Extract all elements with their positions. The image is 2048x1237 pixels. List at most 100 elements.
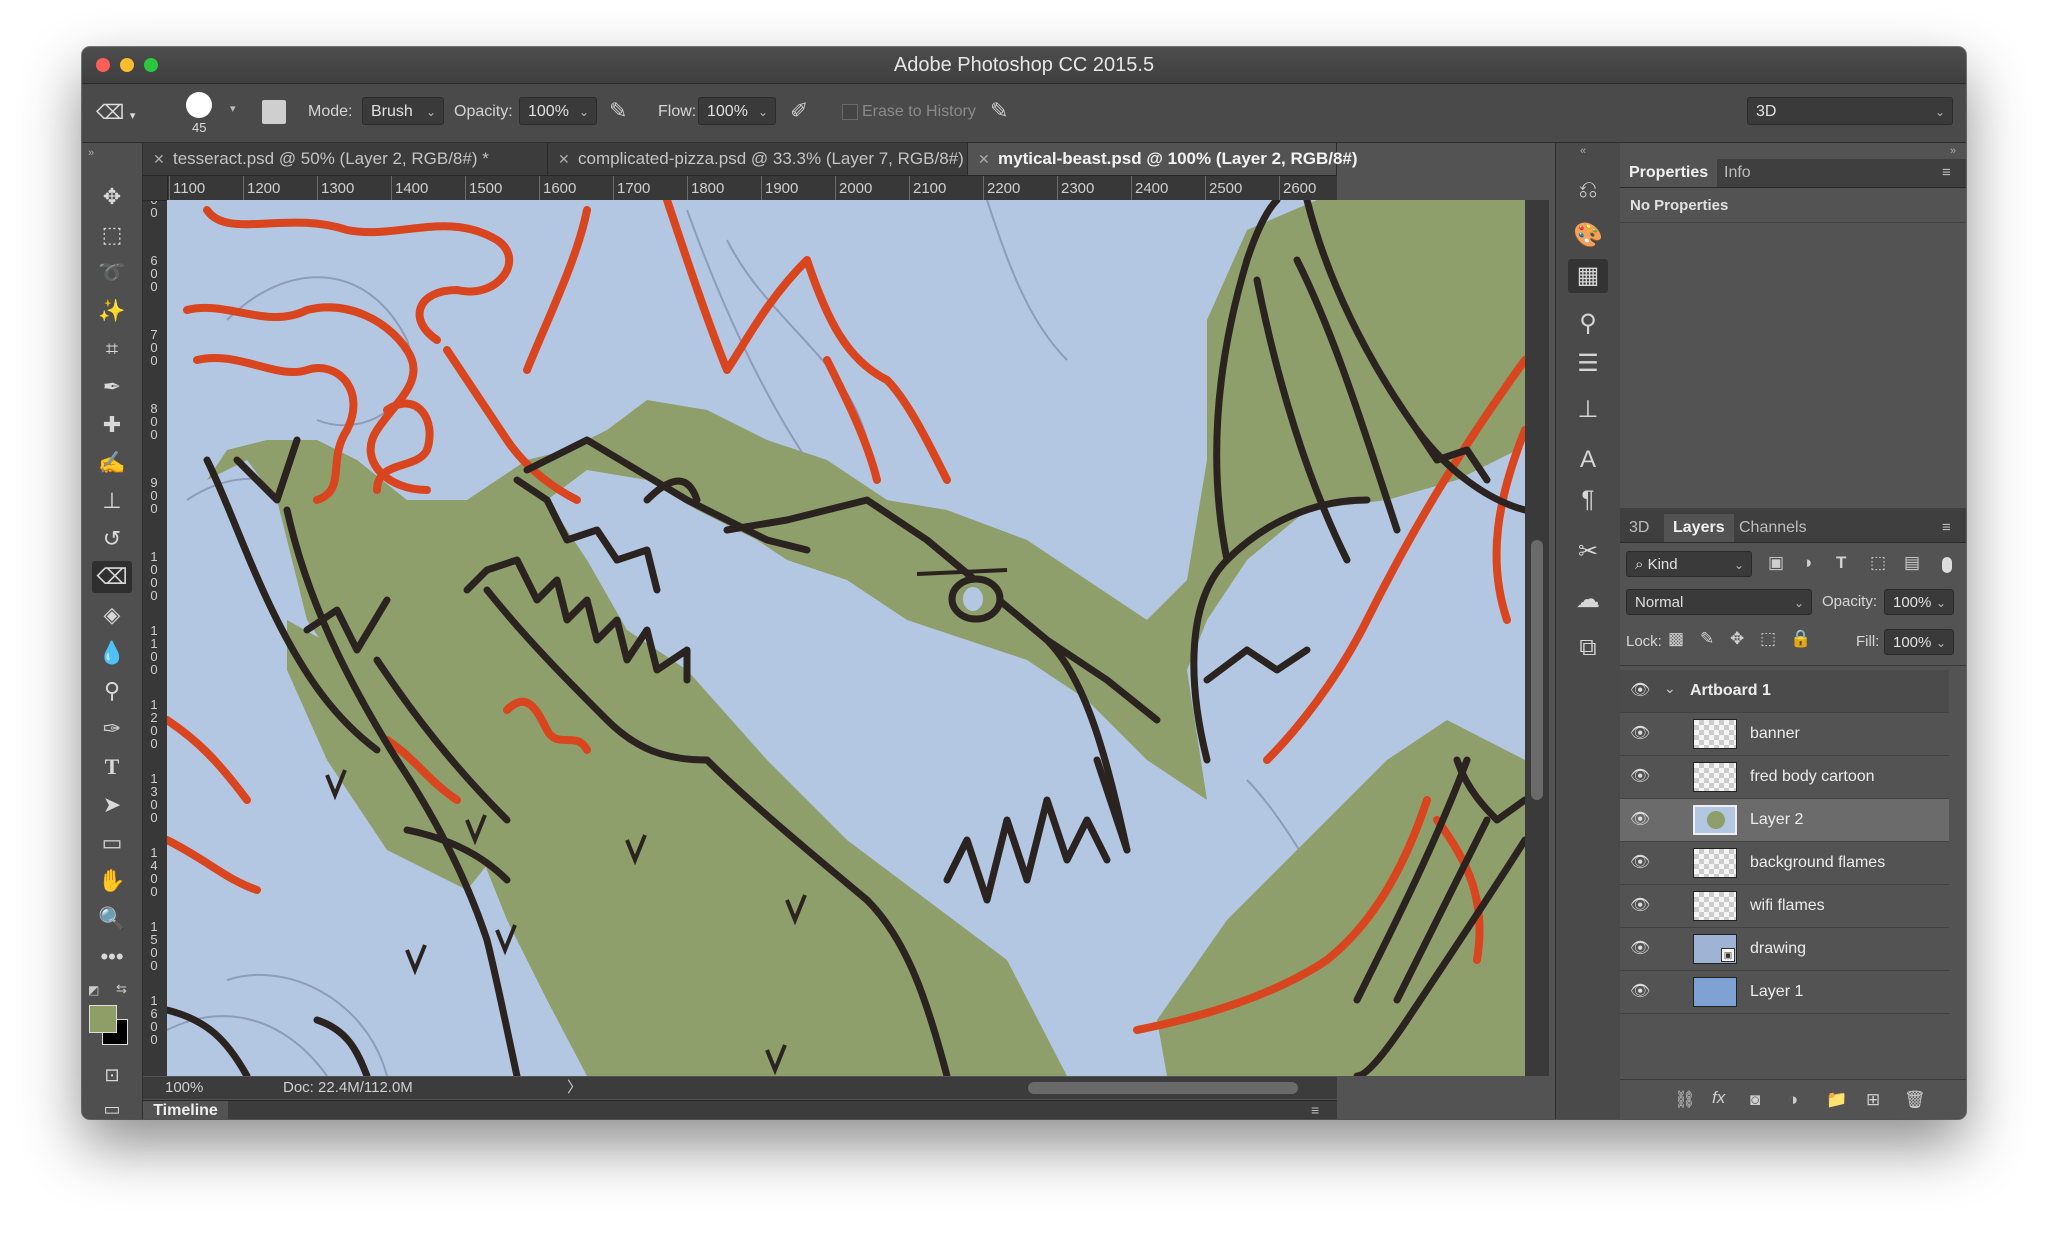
eye-icon[interactable]: 👁 (1630, 981, 1650, 1001)
brushes-panel-icon[interactable]: ⚲ (1568, 307, 1608, 341)
hand-tool-icon[interactable]: ✋ (92, 865, 132, 897)
pen-tool-icon[interactable]: ✑ (92, 713, 132, 745)
rectangle-tool-icon[interactable]: ▭ (92, 827, 132, 859)
filter-adjustment-icon[interactable]: ◑ (1802, 553, 1812, 573)
eye-icon[interactable]: 👁 (1630, 723, 1650, 743)
zoom-level[interactable]: 100% (165, 1077, 203, 1099)
default-colors-icon[interactable]: ◩ (88, 983, 99, 997)
eraser-tool-preset-icon[interactable]: ⌫ ▾ (96, 100, 144, 126)
foreground-color-swatch[interactable] (89, 1005, 117, 1033)
delete-layer-icon[interactable]: 🗑 (1904, 1090, 1926, 1110)
close-tab-icon[interactable]: ✕ (978, 143, 990, 175)
blend-mode-select[interactable]: Normal ⌄ (1626, 589, 1812, 615)
horizontal-ruler[interactable]: 1100 1200 1300 1400 1500 1600 1700 1800 1900 2000… (167, 176, 1337, 201)
path-selection-tool-icon[interactable]: ➤ (92, 789, 132, 821)
filter-type-icon[interactable]: T (1836, 553, 1846, 573)
paragraph-styles-panel-icon[interactable]: ⊥ (1568, 393, 1608, 427)
brush-preview-icon[interactable] (186, 92, 212, 118)
brush-panel-toggle-icon[interactable] (262, 100, 286, 124)
history-panel-icon[interactable]: ⎌ (1568, 173, 1608, 207)
lock-position-icon[interactable]: ✥ (1730, 629, 1744, 649)
tool-presets-panel-icon[interactable]: ✂ (1568, 535, 1608, 569)
tab-3d[interactable]: 3D (1620, 514, 1658, 542)
eyedropper-tool-icon[interactable]: ✒ (92, 371, 132, 403)
timeline-menu-icon[interactable]: ≡ (1311, 1101, 1319, 1119)
magic-wand-tool-icon[interactable]: ✨ (92, 295, 132, 327)
libraries-panel-icon[interactable]: ☁ (1568, 583, 1608, 617)
mode-select[interactable]: Brush ⌄ (362, 97, 444, 125)
lock-artboard-icon[interactable]: ⬚ (1760, 629, 1776, 649)
more-tools-icon[interactable]: ••• (92, 941, 132, 973)
tab-layers[interactable]: Layers (1664, 514, 1734, 542)
new-adjustment-layer-icon[interactable]: ◑ (1788, 1090, 1798, 1110)
tab-properties[interactable]: Properties (1620, 159, 1718, 187)
layer-row[interactable]: 👁 Layer 1 (1620, 971, 1949, 1014)
tab-complicated-pizza[interactable]: ✕ complicated-pizza.psd @ 33.3% (Layer 7,… (548, 143, 968, 175)
status-menu-arrow-icon[interactable]: 〉 (567, 1077, 582, 1099)
vertical-scroll-thumb[interactable] (1531, 540, 1543, 800)
paragraph-panel-icon[interactable]: ¶ (1568, 483, 1608, 517)
blur-tool-icon[interactable]: 💧 (92, 637, 132, 669)
erase-to-history-checkbox[interactable] (842, 104, 858, 120)
chevron-down-icon[interactable]: ⌄ (1664, 680, 1676, 697)
layer-row[interactable]: 👁 wifi flames (1620, 885, 1949, 928)
eye-icon[interactable]: 👁 (1630, 766, 1650, 786)
pressure-opacity-icon[interactable]: ✎ (609, 98, 627, 124)
lock-pixels-icon[interactable]: ✎ (1700, 629, 1714, 649)
swatches-panel-icon[interactable]: ▦ (1568, 259, 1608, 293)
crop-tool-icon[interactable]: ⌗ (92, 333, 132, 365)
vertical-ruler[interactable]: 5 0 06 0 07 0 08 0 09 0 01 0 0 01 1 0 01… (143, 176, 168, 1076)
marquee-tool-icon[interactable]: ⬚ (92, 219, 132, 251)
move-tool-icon[interactable]: ✥ (92, 181, 132, 213)
zoom-tool-icon[interactable]: 🔍 (92, 903, 132, 935)
character-panel-icon[interactable]: A (1568, 443, 1608, 477)
link-layers-icon[interactable]: ⛓ (1674, 1090, 1696, 1110)
brush-tool-icon[interactable]: ✍ (92, 447, 132, 479)
layer-style-fx-icon[interactable]: fx (1712, 1088, 1725, 1108)
quick-mask-icon[interactable]: ⊡ (92, 1059, 132, 1091)
horizontal-scroll-thumb[interactable] (1028, 1082, 1298, 1094)
color-panel-icon[interactable]: 🎨 (1568, 219, 1608, 253)
eye-icon[interactable]: 👁 (1630, 895, 1650, 915)
layer-row-selected[interactable]: 👁 Layer 2 (1620, 799, 1949, 842)
type-tool-icon[interactable]: T (92, 751, 132, 783)
layer-row[interactable]: 👁 ▣ drawing (1620, 928, 1949, 971)
pressure-size-icon[interactable]: ✎ (990, 98, 1008, 124)
swap-colors-icon[interactable]: ⇆ (116, 981, 127, 997)
eye-icon[interactable]: 👁 (1630, 938, 1650, 958)
tab-mytical-beast[interactable]: ✕ mytical-beast.psd @ 100% (Layer 2, RGB/… (968, 143, 1358, 175)
clone-source-panel-icon[interactable]: ⧉ (1568, 631, 1608, 665)
history-brush-tool-icon[interactable]: ↺ (92, 523, 132, 555)
healing-brush-tool-icon[interactable]: ✚ (92, 409, 132, 441)
layer-row[interactable]: 👁 fred body cartoon (1620, 756, 1949, 799)
eye-icon[interactable]: 👁 (1630, 680, 1650, 700)
flow-input[interactable]: 100% ⌄ (698, 97, 776, 125)
dodge-tool-icon[interactable]: ⚲ (92, 675, 132, 707)
eraser-tool-icon[interactable]: ⌫ (92, 561, 132, 593)
new-layer-icon[interactable]: ⊞ (1866, 1090, 1880, 1110)
collapse-panel-icon[interactable]: » (88, 147, 94, 159)
workspace-select[interactable]: 3D ⌄ (1747, 97, 1953, 125)
expand-panels-icon[interactable]: « (1580, 145, 1586, 157)
paint-bucket-tool-icon[interactable]: ◈ (92, 599, 132, 631)
adjustments-panel-icon[interactable]: ☰ (1568, 347, 1608, 381)
layer-row[interactable]: 👁 banner (1620, 713, 1949, 756)
lock-all-icon[interactable]: 🔒 (1790, 629, 1811, 649)
close-tab-icon[interactable]: ✕ (153, 143, 165, 175)
lock-transparent-icon[interactable]: ▩ (1668, 629, 1684, 649)
collapse-right-panels-icon[interactable]: » (1950, 145, 1956, 157)
vertical-scrollbar[interactable] (1525, 200, 1549, 1076)
lasso-tool-icon[interactable]: ➰ (92, 257, 132, 289)
ruler-origin[interactable] (143, 176, 168, 201)
brush-picker-chevron-icon[interactable]: ▾ (230, 102, 236, 115)
layer-opacity-input[interactable]: 100% ⌄ (1884, 589, 1954, 615)
document-canvas[interactable] (167, 200, 1525, 1076)
filter-toggle-switch[interactable] (1942, 557, 1952, 573)
tab-channels[interactable]: Channels (1730, 514, 1816, 542)
timeline-tab[interactable]: Timeline (143, 1101, 228, 1119)
filter-shape-icon[interactable]: ⬚ (1870, 553, 1886, 573)
layers-menu-icon[interactable]: ≡ (1942, 514, 1951, 542)
close-tab-icon[interactable]: ✕ (558, 143, 570, 175)
layer-row[interactable]: 👁 background flames (1620, 842, 1949, 885)
properties-menu-icon[interactable]: ≡ (1942, 159, 1951, 187)
